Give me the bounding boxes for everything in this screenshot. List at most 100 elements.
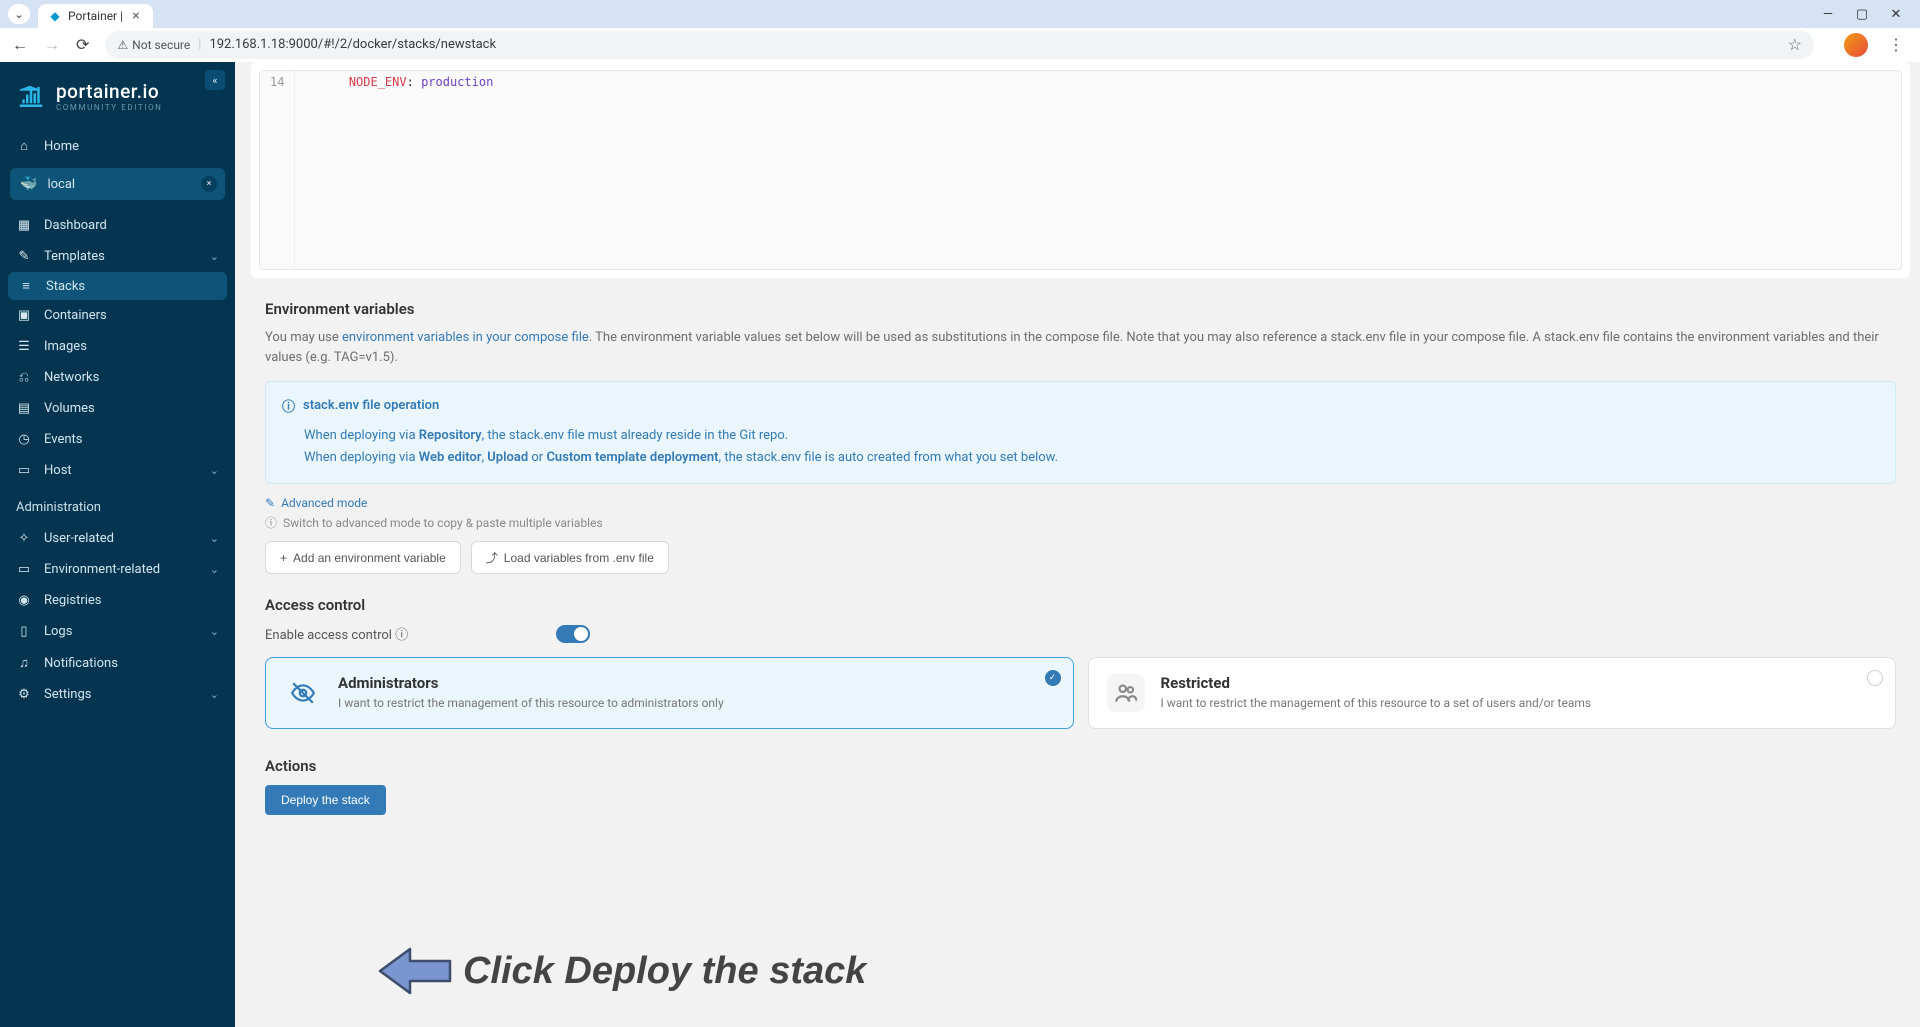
- database-icon: ▤: [16, 401, 32, 416]
- sidebar-item-label: Networks: [44, 370, 99, 385]
- sidebar-item-host[interactable]: ▭ Host ⌄: [0, 455, 235, 486]
- security-indicator[interactable]: ⚠ Not secure: [117, 38, 190, 52]
- portainer-logo-icon: [16, 82, 46, 112]
- advanced-mode-link[interactable]: ✎ Advanced mode: [265, 496, 1896, 510]
- sidebar-item-logs[interactable]: ▯ Logs ⌄: [0, 616, 235, 647]
- sidebar-item-label: Dashboard: [44, 218, 107, 233]
- sidebar-item-networks[interactable]: ⎌ Networks: [0, 362, 235, 393]
- tab-search-button[interactable]: ⌄: [8, 4, 30, 24]
- sidebar-item-label: Environment-related: [44, 562, 160, 577]
- code-body[interactable]: NODE_ENV: production: [295, 71, 1901, 269]
- compose-editor[interactable]: 14 NODE_ENV: production: [259, 70, 1902, 270]
- chevron-down-icon: ⌄: [210, 532, 219, 545]
- environment-name: local: [47, 177, 75, 192]
- reload-button[interactable]: ⟳: [76, 35, 89, 54]
- access-option-administrators[interactable]: Administrators I want to restrict the ma…: [265, 657, 1074, 729]
- browser-menu-button[interactable]: ⋮: [1884, 35, 1908, 54]
- forward-button[interactable]: →: [44, 35, 60, 55]
- code-key: NODE_ENV: [349, 75, 407, 89]
- bookmark-star-icon[interactable]: ☆: [1788, 35, 1802, 54]
- env-variables-description: You may use environment variables in you…: [265, 328, 1896, 367]
- sidebar-item-label: Home: [44, 139, 79, 154]
- option-description: I want to restrict the management of thi…: [338, 696, 724, 710]
- environment-close-icon[interactable]: ×: [201, 176, 217, 192]
- line-number: 14: [260, 71, 295, 269]
- sidebar-item-label: Templates: [44, 249, 105, 264]
- app-sidebar: « portainer.io COMMUNITY EDITION ⌂ Home …: [0, 62, 235, 1027]
- tab-title: Portainer |: [68, 9, 123, 23]
- help-icon[interactable]: ⓘ: [395, 628, 408, 643]
- share-icon: ⎌: [16, 370, 32, 385]
- upload-icon: ⤴: [486, 549, 498, 566]
- actions-heading: Actions: [265, 757, 1896, 775]
- app-logo[interactable]: portainer.io COMMUNITY EDITION: [0, 72, 235, 130]
- option-description: I want to restrict the management of thi…: [1161, 696, 1592, 710]
- sidebar-item-home[interactable]: ⌂ Home: [0, 130, 235, 162]
- option-title: Restricted: [1161, 674, 1592, 692]
- sidebar-item-notifications[interactable]: ♫ Notifications: [0, 647, 235, 679]
- users-icon: ✧: [16, 531, 32, 546]
- radio-icon: ◉: [16, 593, 32, 608]
- add-env-var-button[interactable]: + Add an environment variable: [265, 541, 461, 574]
- address-bar[interactable]: ⚠ Not secure | 192.168.1.18:9000/#!/2/do…: [105, 31, 1814, 59]
- access-option-restricted[interactable]: Restricted I want to restrict the manage…: [1088, 657, 1897, 729]
- grid-icon: ▦: [16, 218, 32, 233]
- arrow-left-icon: [375, 941, 455, 1001]
- environment-chip[interactable]: 🐳 local ×: [10, 168, 225, 200]
- home-icon: ⌂: [16, 138, 32, 154]
- warning-icon: ⚠: [117, 38, 128, 52]
- logo-text: portainer.io: [56, 82, 162, 101]
- server-icon: ▭: [16, 463, 32, 478]
- layers-icon: ≡: [18, 278, 34, 294]
- sidebar-item-label: Host: [44, 463, 72, 478]
- sidebar-item-dashboard[interactable]: ▦ Dashboard: [0, 210, 235, 241]
- access-control-heading: Access control: [265, 596, 1896, 614]
- eye-off-icon: [284, 674, 322, 712]
- sidebar-item-settings[interactable]: ⚙ Settings ⌄: [0, 679, 235, 710]
- docker-icon: 🐳: [20, 176, 37, 192]
- minimize-button[interactable]: —: [1820, 7, 1836, 22]
- sidebar-item-events[interactable]: ◷ Events: [0, 424, 235, 455]
- tab-favicon-icon: ◆: [48, 9, 62, 23]
- browser-toolbar: ← → ⟳ ⚠ Not secure | 192.168.1.18:9000/#…: [0, 28, 1920, 62]
- maximize-button[interactable]: ▢: [1854, 7, 1870, 22]
- sidebar-item-containers[interactable]: ▣ Containers: [0, 300, 235, 331]
- close-window-button[interactable]: ✕: [1888, 7, 1904, 22]
- info-box-title: stack.env file operation: [303, 398, 439, 413]
- edit-icon: ✎: [16, 249, 32, 264]
- chevron-down-icon: ⌄: [210, 250, 219, 263]
- sidebar-collapse-button[interactable]: «: [205, 70, 225, 90]
- sidebar-item-images[interactable]: ☰ Images: [0, 331, 235, 362]
- check-icon: ✓: [1045, 670, 1061, 686]
- bell-icon: ♫: [16, 655, 32, 671]
- window-controls: — ▢ ✕: [1820, 7, 1912, 22]
- sidebar-item-label: Notifications: [44, 656, 118, 671]
- annotation-text: Click Deploy the stack: [463, 950, 866, 993]
- load-env-file-button[interactable]: ⤴ Load variables from .env file: [471, 541, 669, 574]
- sidebar-item-templates[interactable]: ✎ Templates ⌄: [0, 241, 235, 272]
- close-tab-icon[interactable]: ×: [129, 9, 143, 23]
- deploy-stack-button[interactable]: Deploy the stack: [265, 785, 386, 815]
- sidebar-item-environment-related[interactable]: ▭ Environment-related ⌄: [0, 554, 235, 585]
- sidebar-item-label: Settings: [44, 687, 91, 702]
- tutorial-annotation: Click Deploy the stack: [375, 941, 866, 1001]
- sidebar-item-label: Stacks: [46, 279, 85, 294]
- sidebar-item-stacks[interactable]: ≡ Stacks: [8, 272, 227, 300]
- browser-tab[interactable]: ◆ Portainer | ×: [38, 4, 153, 28]
- info-icon: ⓘ: [282, 396, 295, 415]
- option-title: Administrators: [338, 674, 724, 692]
- sidebar-item-user-related[interactable]: ✧ User-related ⌄: [0, 523, 235, 554]
- env-vars-doc-link[interactable]: environment variables in your compose fi…: [342, 330, 589, 345]
- clock-icon: ◷: [16, 432, 32, 447]
- sidebar-item-registries[interactable]: ◉ Registries: [0, 585, 235, 616]
- code-value: production: [421, 75, 493, 89]
- enable-access-toggle[interactable]: [556, 625, 590, 643]
- sidebar-item-volumes[interactable]: ▤ Volumes: [0, 393, 235, 424]
- sidebar-item-label: Logs: [44, 624, 72, 639]
- browser-tab-strip: ⌄ ◆ Portainer | × — ▢ ✕: [0, 0, 1920, 28]
- back-button[interactable]: ←: [12, 35, 28, 55]
- sidebar-heading-administration: Administration: [0, 486, 235, 523]
- radio-unchecked-icon: [1867, 670, 1883, 686]
- list-icon: ☰: [16, 339, 32, 354]
- profile-avatar[interactable]: [1844, 33, 1868, 57]
